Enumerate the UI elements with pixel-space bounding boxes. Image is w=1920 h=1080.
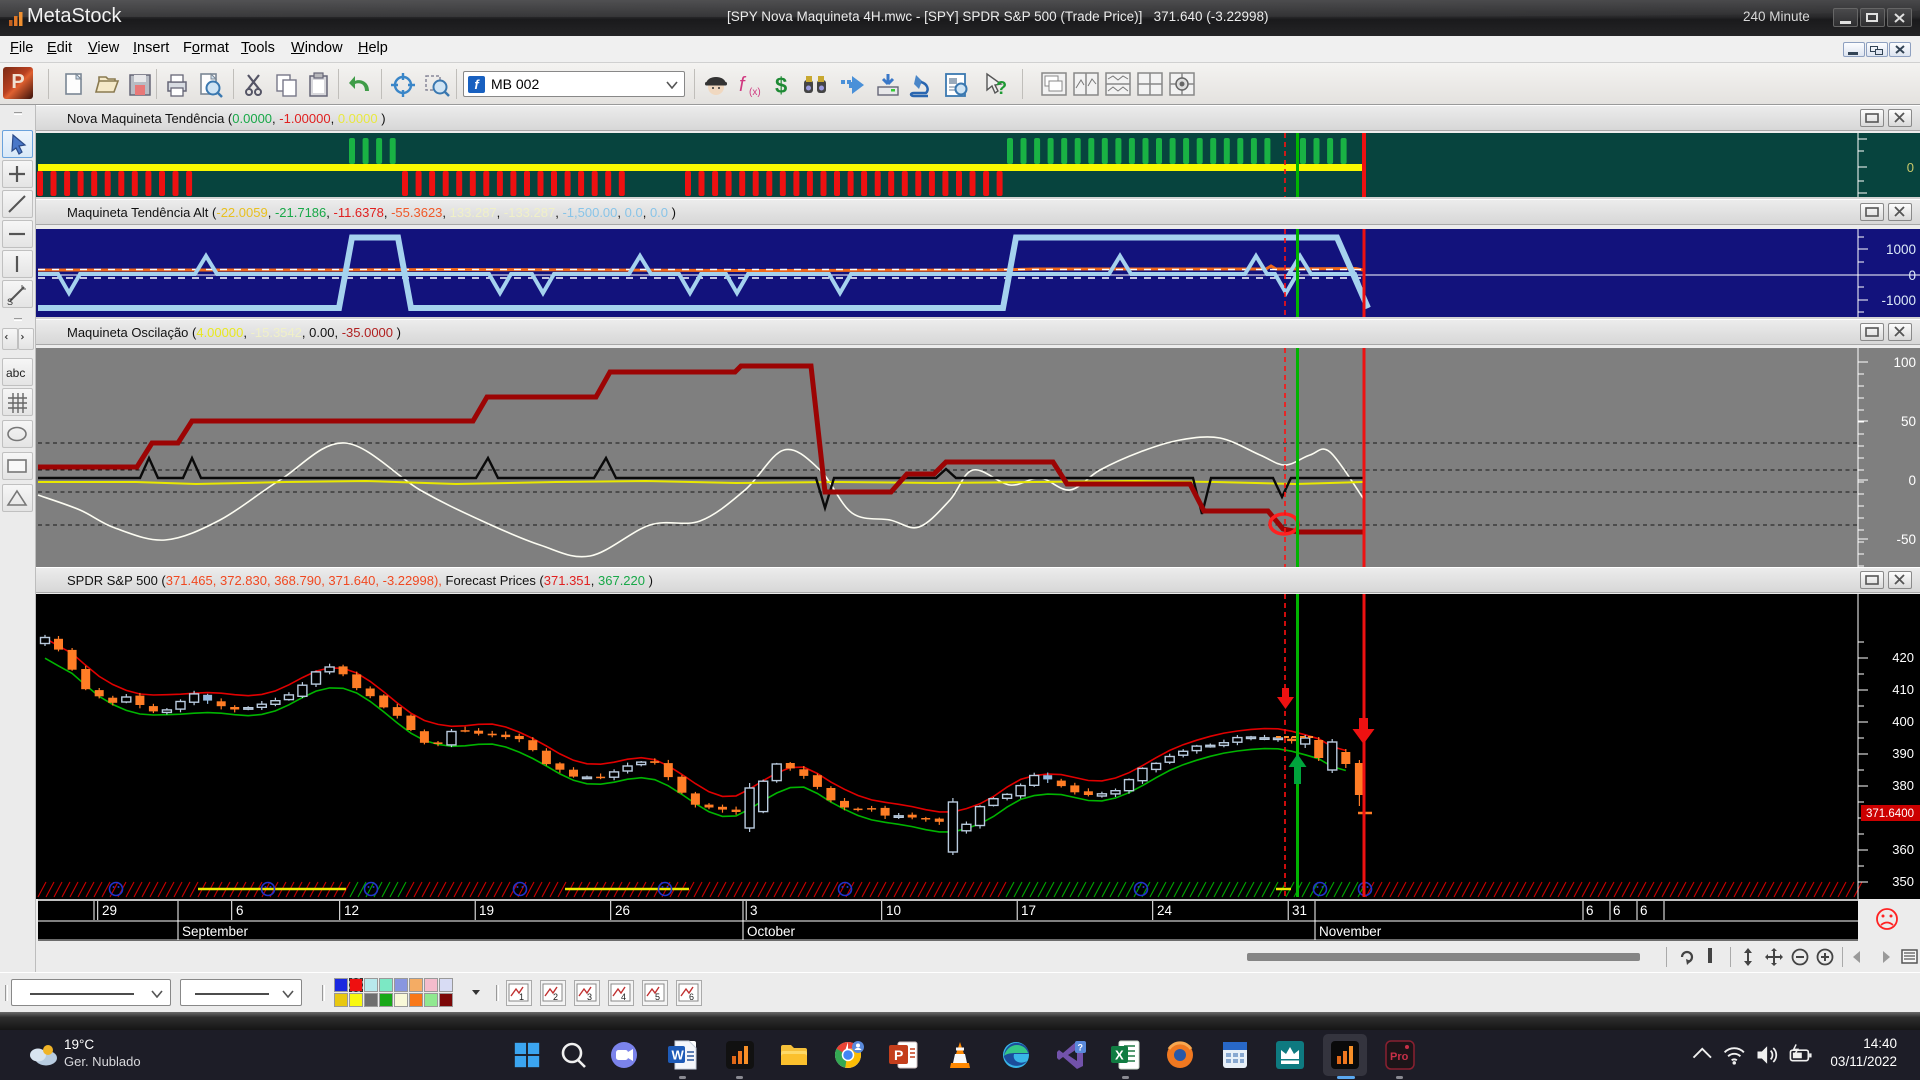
svg-text:6: 6 <box>1640 903 1648 918</box>
svg-text:420: 420 <box>1892 650 1914 665</box>
svg-text:10: 10 <box>886 903 901 918</box>
svg-text:400: 400 <box>1892 714 1914 729</box>
svg-text:5: 5 <box>655 992 660 1002</box>
svg-text:W: W <box>672 1048 685 1063</box>
svg-text:410: 410 <box>1892 682 1914 697</box>
svg-text:6: 6 <box>1586 903 1594 918</box>
svg-text:2: 2 <box>553 992 558 1002</box>
svg-text:371.6400: 371.6400 <box>1866 808 1914 820</box>
svg-text:24: 24 <box>1157 903 1173 918</box>
svg-text:390: 390 <box>1892 746 1914 761</box>
svg-text:380: 380 <box>1892 778 1914 793</box>
svg-text:0: 0 <box>1907 160 1914 175</box>
svg-text:f: f <box>739 74 747 96</box>
svg-text:-1000: -1000 <box>1881 293 1916 308</box>
svg-text:November: November <box>1319 924 1382 939</box>
svg-text:31: 31 <box>1292 903 1307 918</box>
svg-text:6: 6 <box>1613 903 1621 918</box>
svg-text:1000: 1000 <box>1886 242 1916 257</box>
svg-text:360: 360 <box>1892 842 1914 857</box>
svg-text:?: ? <box>996 78 1007 98</box>
svg-text:350: 350 <box>1892 874 1914 889</box>
svg-text:-50: -50 <box>1896 532 1916 547</box>
svg-text:50: 50 <box>1901 414 1916 429</box>
svg-text:6: 6 <box>689 992 694 1002</box>
svg-text:(x): (x) <box>749 87 761 98</box>
svg-text:S: S <box>7 297 13 307</box>
svg-text:October: October <box>747 924 796 939</box>
svg-text:abc: abc <box>6 366 25 380</box>
svg-text:17: 17 <box>1021 903 1036 918</box>
svg-text:X: X <box>1115 1048 1124 1063</box>
svg-text:Pro: Pro <box>1390 1051 1409 1063</box>
svg-text:1: 1 <box>519 992 524 1002</box>
svg-text:6: 6 <box>236 903 244 918</box>
svg-text:0: 0 <box>1908 268 1916 283</box>
svg-text:P: P <box>894 1047 903 1063</box>
svg-text:?: ? <box>1078 1043 1084 1053</box>
svg-text:100: 100 <box>1893 355 1916 370</box>
svg-text:26: 26 <box>615 903 630 918</box>
svg-text:4: 4 <box>621 992 626 1002</box>
svg-text:0: 0 <box>1908 473 1916 488</box>
svg-text:3: 3 <box>587 992 592 1002</box>
svg-text:3: 3 <box>750 903 758 918</box>
svg-text:September: September <box>182 924 249 939</box>
svg-text:29: 29 <box>102 903 117 918</box>
svg-text:$: $ <box>775 73 787 98</box>
svg-text:12: 12 <box>344 903 359 918</box>
svg-text:19: 19 <box>479 903 494 918</box>
